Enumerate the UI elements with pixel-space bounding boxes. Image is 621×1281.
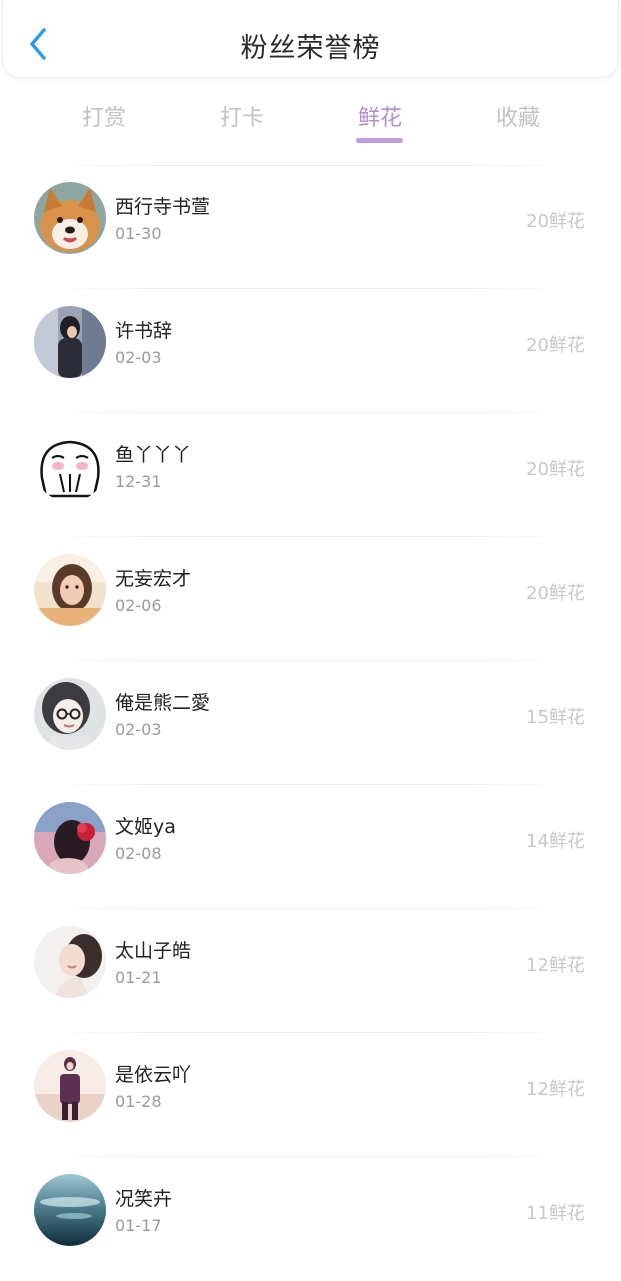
- fan-date: 02-03: [115, 720, 162, 739]
- flower-count: 14鲜花: [526, 831, 585, 852]
- list-item[interactable]: 鱼丫丫丫 12-31 20鲜花: [0, 413, 621, 537]
- list-item[interactable]: 况笑卉 01-17 11鲜花: [0, 1157, 621, 1281]
- tab-bar: 打赏 打卡 鲜花 收藏: [0, 90, 621, 150]
- flower-count: 12鲜花: [526, 1079, 585, 1100]
- fan-name: 太山子皓: [115, 940, 192, 962]
- avatar[interactable]: [34, 554, 106, 626]
- active-tab-indicator: [356, 138, 403, 143]
- flower-count: 20鲜花: [526, 211, 585, 232]
- fan-date: 12-31: [115, 472, 162, 491]
- fan-date: 01-21: [115, 968, 162, 987]
- tab-reward[interactable]: 打赏: [64, 100, 144, 132]
- list-item[interactable]: 西行寺书萱 01-30 20鲜花: [0, 165, 621, 289]
- list-item[interactable]: 俺是熊二愛 02-03 15鲜花: [0, 661, 621, 785]
- fan-date: 02-08: [115, 844, 162, 863]
- fan-name: 俺是熊二愛: [115, 692, 211, 714]
- flower-count: 20鲜花: [526, 459, 585, 480]
- fan-name: 无妄宏才: [115, 568, 192, 590]
- avatar[interactable]: [34, 802, 106, 874]
- avatar[interactable]: [34, 430, 106, 502]
- fan-name: 是依云吖: [115, 1064, 192, 1086]
- fan-name: 况笑卉: [115, 1188, 173, 1210]
- flower-count: 20鲜花: [526, 583, 585, 604]
- avatar[interactable]: [34, 182, 106, 254]
- tab-checkin[interactable]: 打卡: [202, 100, 282, 132]
- page-title: 粉丝荣誉榜: [240, 33, 381, 64]
- header-bar: 粉丝荣誉榜: [2, 0, 619, 78]
- fan-name: 鱼丫丫丫: [115, 444, 192, 466]
- fan-name: 文姬ya: [115, 816, 176, 838]
- list-item[interactable]: 许书辞 02-03 20鲜花: [0, 289, 621, 413]
- tab-flowers[interactable]: 鲜花: [340, 100, 420, 132]
- flower-count: 15鲜花: [526, 707, 585, 728]
- fan-list: 西行寺书萱 01-30 20鲜花 许书辞 02-03 20鲜花 鱼丫丫丫 12-…: [0, 165, 621, 1281]
- avatar[interactable]: [34, 1174, 106, 1246]
- list-item[interactable]: 是依云吖 01-28 12鲜花: [0, 1033, 621, 1157]
- avatar[interactable]: [34, 306, 106, 378]
- fan-date: 02-03: [115, 348, 162, 367]
- avatar[interactable]: [34, 678, 106, 750]
- flower-count: 11鲜花: [526, 1203, 585, 1224]
- avatar[interactable]: [34, 1050, 106, 1122]
- list-item[interactable]: 无妄宏才 02-06 20鲜花: [0, 537, 621, 661]
- fan-date: 01-17: [115, 1216, 162, 1235]
- fan-name: 许书辞: [115, 320, 173, 342]
- flower-count: 20鲜花: [526, 335, 585, 356]
- list-item[interactable]: 太山子皓 01-21 12鲜花: [0, 909, 621, 1033]
- fan-date: 01-28: [115, 1092, 162, 1111]
- flower-count: 12鲜花: [526, 955, 585, 976]
- list-item[interactable]: 文姬ya 02-08 14鲜花: [0, 785, 621, 909]
- fan-date: 02-06: [115, 596, 162, 615]
- fan-name: 西行寺书萱: [115, 196, 211, 218]
- tab-favorites[interactable]: 收藏: [478, 100, 558, 132]
- avatar[interactable]: [34, 926, 106, 998]
- fan-date: 01-30: [115, 224, 162, 243]
